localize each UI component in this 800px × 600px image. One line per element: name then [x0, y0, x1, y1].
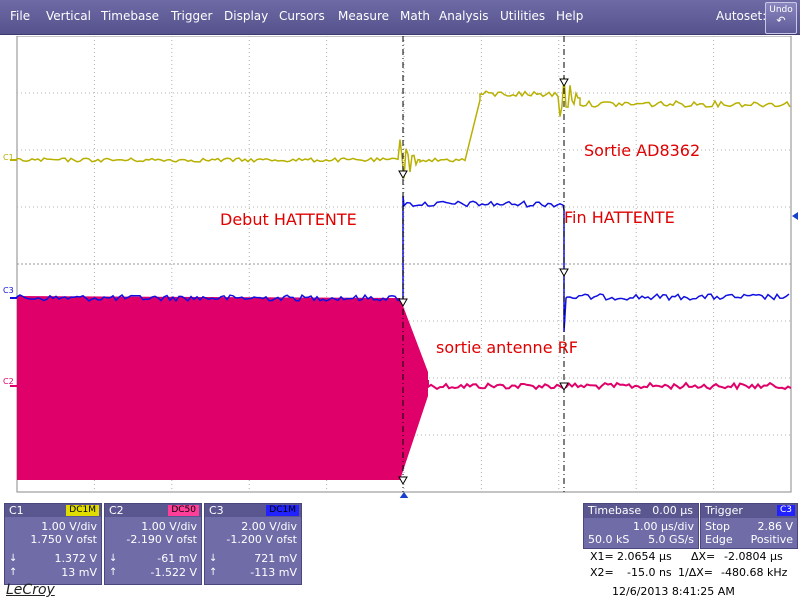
c3-offset: -1.200 V ofst — [226, 533, 297, 546]
cursor-inv-value: -480.68 kHz — [721, 566, 788, 579]
trigger-slope: Positive — [750, 533, 793, 546]
c2-tag: C2 — [3, 377, 14, 386]
timebase-label: Timebase — [588, 504, 642, 517]
c2-offset: -2.190 V ofst — [126, 533, 197, 546]
c3-tag: C3 — [3, 286, 14, 295]
menu-utilities[interactable]: Utilities — [500, 9, 545, 23]
channel-panel-c2[interactable]: C2 DC50 1.00 V/div -2.190 V ofst ↓ -61 m… — [104, 503, 202, 585]
up-arrow-icon: ↑ — [209, 567, 218, 578]
menu-math[interactable]: Math — [400, 9, 430, 23]
c2-name: C2 — [109, 504, 124, 517]
menu-help[interactable]: Help — [556, 9, 583, 23]
cursor-x1-value: 2.0654 µs — [617, 550, 672, 563]
menu-analysis[interactable]: Analysis — [439, 9, 488, 23]
c3-vdiv: 2.00 V/div — [241, 520, 297, 533]
c2-meas2: -1.522 V — [150, 566, 197, 579]
down-arrow-icon: ↓ — [209, 553, 218, 564]
trigger-label: Trigger — [705, 504, 743, 517]
c2-vdiv: 1.00 V/div — [141, 520, 197, 533]
trigger-level: 2.86 V — [757, 520, 793, 533]
timebase-samples: 50.0 kS — [588, 533, 630, 546]
c2-coupling: DC50 — [168, 505, 199, 516]
lecroy-logo: LeCroy — [6, 582, 55, 598]
cursor-x2-value: -15.0 ns — [627, 566, 672, 579]
menu-display[interactable]: Display — [224, 9, 268, 23]
annotation-sortie-ad8362: Sortie AD8362 — [584, 141, 701, 160]
cursor-dx-value: -2.0804 µs — [724, 550, 783, 563]
menu-measure[interactable]: Measure — [338, 9, 389, 23]
timebase-rate: 5.0 GS/s — [648, 533, 694, 546]
c3-meas2: -113 mV — [250, 566, 297, 579]
timestamp: 12/6/2013 8:41:25 AM — [612, 585, 735, 598]
up-arrow-icon: ↑ — [9, 567, 18, 578]
waveform-display[interactable] — [0, 36, 800, 498]
menu-bar: File Vertical Timebase Trigger Display C… — [0, 0, 800, 35]
c3-meas1: 721 mV — [254, 552, 297, 565]
trigger-level-marker — [792, 212, 798, 220]
channel-panel-c3[interactable]: C3 DC1M 2.00 V/div -1.200 V ofst ↓ 721 m… — [204, 503, 302, 585]
c1-meas2: 13 mV — [61, 566, 97, 579]
channel-panel-c1[interactable]: C1 DC1M 1.00 V/div 1.750 V ofst ↓ 1.372 … — [4, 503, 102, 585]
trigger-panel[interactable]: Trigger C3 Stop 2.86 V Edge Positive — [700, 503, 798, 549]
menu-timebase[interactable]: Timebase — [101, 9, 159, 23]
down-arrow-icon: ↓ — [109, 553, 118, 564]
c2-meas1: -61 mV — [157, 552, 197, 565]
timebase-tdiv: 1.00 µs/div — [633, 520, 694, 533]
trigger-mode: Stop — [705, 520, 731, 533]
c1-coupling: DC1M — [66, 505, 99, 516]
c3-coupling: DC1M — [266, 505, 299, 516]
undo-button[interactable]: Undo ↶ — [765, 2, 797, 34]
trigger-source: C3 — [776, 505, 795, 516]
cursor-inv-label: 1/ΔX= — [678, 566, 713, 579]
undo-icon: ↶ — [776, 14, 786, 27]
trigger-position-marker — [399, 492, 409, 498]
menu-file[interactable]: File — [10, 9, 30, 23]
autoset-label[interactable]: Autoset: — [716, 9, 766, 23]
menu-vertical[interactable]: Vertical — [46, 9, 91, 23]
up-arrow-icon: ↑ — [109, 567, 118, 578]
menu-cursors[interactable]: Cursors — [279, 9, 325, 23]
annotation-sortie-antenne-rf: sortie antenne RF — [436, 338, 578, 357]
c1-meas1: 1.372 V — [54, 552, 97, 565]
menu-trigger[interactable]: Trigger — [171, 9, 212, 23]
cursor-dx-label: ΔX= — [691, 550, 716, 563]
annotation-debut-hattente: Debut HATTENTE — [220, 210, 357, 229]
c1-tag: C1 — [3, 153, 14, 162]
c2-burst — [17, 296, 428, 480]
annotation-fin-hattente: Fin HATTENTE — [564, 208, 675, 227]
c1-offset: 1.750 V ofst — [30, 533, 97, 546]
c1-name: C1 — [9, 504, 24, 517]
cursor-x1-label: X1= — [590, 550, 614, 563]
c3-name: C3 — [209, 504, 224, 517]
c1-vdiv: 1.00 V/div — [41, 520, 97, 533]
timebase-panel[interactable]: Timebase 0.00 µs 1.00 µs/div 50.0 kS 5.0… — [583, 503, 699, 549]
timebase-delay: 0.00 µs — [652, 504, 693, 517]
cursor-x2-label: X2= — [590, 566, 614, 579]
down-arrow-icon: ↓ — [9, 553, 18, 564]
trigger-type: Edge — [705, 533, 733, 546]
